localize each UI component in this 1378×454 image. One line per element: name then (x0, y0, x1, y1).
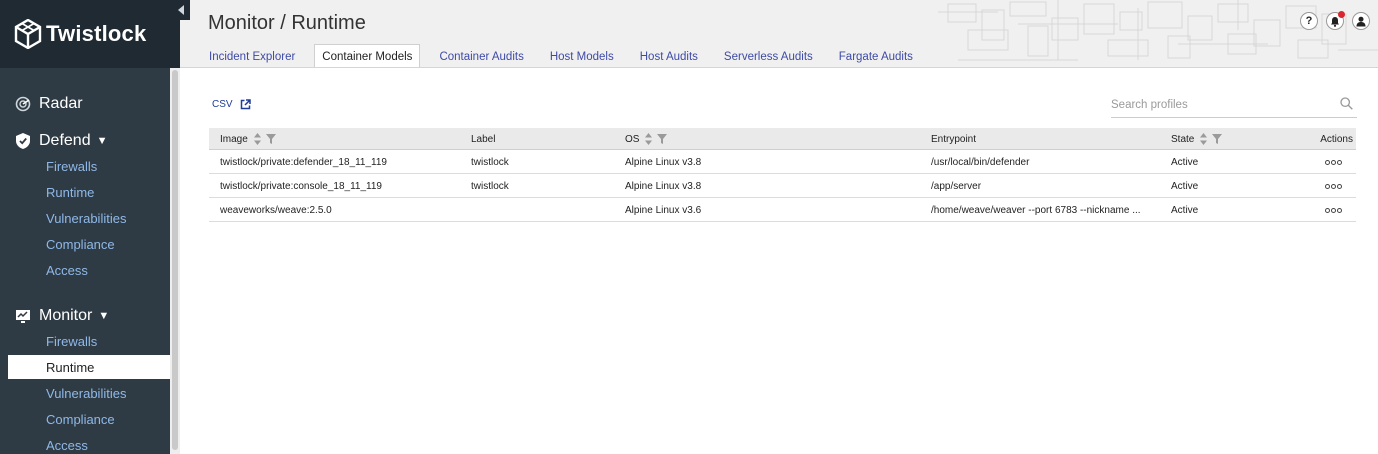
chevron-down-icon: ▼ (98, 310, 110, 322)
sidebar-item-access[interactable]: Access (0, 258, 170, 282)
logo[interactable]: Twistlock (0, 0, 180, 68)
column-title: Image (220, 133, 248, 145)
sidebar-section-label: Radar (39, 95, 83, 112)
row-actions-menu[interactable] (1319, 198, 1349, 222)
cell-label (471, 198, 611, 222)
sidebar-item-vulnerabilities[interactable]: Vulnerabilities (0, 206, 170, 230)
cell-os: Alpine Linux v3.8 (625, 180, 702, 192)
tab-serverless-audits[interactable]: Serverless Audits (717, 44, 820, 67)
cell-label: twistlock (471, 180, 509, 192)
column-header-actions: Actions (1309, 128, 1353, 150)
notifications-icon[interactable] (1326, 11, 1345, 30)
tab-fargate-audits[interactable]: Fargate Audits (832, 44, 920, 67)
sidebar-item-compliance[interactable]: Compliance (0, 407, 170, 431)
tab-bar: Incident Explorer Container Models Conta… (202, 44, 932, 67)
tab-host-models[interactable]: Host Models (543, 44, 621, 67)
sidebar-section-label: Defend (39, 132, 91, 149)
cell-os: Alpine Linux v3.8 (625, 156, 702, 168)
cell-entrypoint: /app/server (931, 180, 982, 192)
app-window: Twistlock Radar Defend ▼ Firewalls Runti… (0, 0, 1378, 454)
filter-icon[interactable] (657, 134, 668, 144)
table-row[interactable]: twistlock/private:defender_18_11_119 twi… (209, 150, 1356, 174)
sidebar-section-label: Monitor (39, 307, 93, 324)
radar-icon (14, 95, 32, 113)
tab-container-models[interactable]: Container Models (314, 44, 421, 67)
filter-icon[interactable] (1212, 134, 1223, 144)
tab-incident-explorer[interactable]: Incident Explorer (202, 44, 302, 67)
shield-icon (14, 132, 32, 150)
cell-label: twistlock (471, 156, 509, 168)
column-header-image[interactable]: Image (220, 128, 460, 150)
more-options-icon (1325, 159, 1343, 165)
sidebar-item-compliance[interactable]: Compliance (0, 232, 170, 256)
scrollbar-thumb[interactable] (172, 70, 178, 450)
column-title: Entrypoint (931, 133, 977, 145)
sidebar-section-defend[interactable]: Defend ▼ (0, 129, 170, 153)
column-header-label: Label (471, 128, 611, 150)
sidebar-item-vulnerabilities[interactable]: Vulnerabilities (0, 381, 170, 405)
sidebar-scrollbar[interactable] (170, 68, 180, 454)
sidebar: Twistlock Radar Defend ▼ Firewalls Runti… (0, 0, 180, 454)
page-header: Monitor / Runtime Incident Explorer Cont… (180, 0, 1378, 68)
column-header-os[interactable]: OS (625, 128, 915, 150)
collapse-sidebar-button[interactable] (172, 0, 190, 20)
cell-state: Active (1171, 180, 1199, 192)
column-title: State (1171, 133, 1195, 145)
header-circuit-pattern (938, 0, 1378, 61)
cell-image: weaveworks/weave:2.5.0 (220, 204, 332, 216)
tab-container-audits[interactable]: Container Audits (432, 44, 530, 67)
sidebar-item-runtime[interactable]: Runtime (0, 180, 170, 204)
monitor-icon (14, 307, 32, 325)
row-actions-menu[interactable] (1319, 150, 1349, 174)
table-header: Image Label OS Entrypoint State Actions (209, 128, 1356, 150)
table-row[interactable]: weaveworks/weave:2.5.0 Alpine Linux v3.6… (209, 198, 1356, 222)
cell-state: Active (1171, 204, 1199, 216)
page-title: Monitor / Runtime (208, 12, 366, 34)
user-icon[interactable] (1352, 12, 1370, 30)
brand-name: Twistlock (46, 21, 147, 46)
tab-host-audits[interactable]: Host Audits (633, 44, 705, 67)
sidebar-section-monitor[interactable]: Monitor ▼ (0, 304, 170, 328)
more-options-icon (1325, 183, 1343, 189)
container-models-table: Image Label OS Entrypoint State Actions … (209, 128, 1356, 222)
column-title: Label (471, 133, 496, 145)
chevron-left-icon (178, 5, 184, 15)
row-actions-menu[interactable] (1319, 174, 1349, 198)
csv-label: CSV (212, 99, 233, 110)
cell-os: Alpine Linux v3.6 (625, 204, 702, 216)
search-input[interactable] (1111, 98, 1331, 111)
sort-icon[interactable] (645, 133, 653, 145)
column-title: OS (625, 133, 640, 145)
sidebar-item-access[interactable]: Access (0, 433, 170, 454)
help-icon[interactable]: ? (1300, 12, 1318, 30)
filter-icon[interactable] (265, 134, 276, 144)
cell-state: Active (1171, 156, 1199, 168)
external-link-icon (240, 99, 251, 110)
sidebar-item-runtime[interactable]: Runtime (8, 355, 170, 379)
column-header-state[interactable]: State (1171, 128, 1291, 150)
column-title: Actions (1320, 133, 1353, 145)
csv-export-link[interactable]: CSV (212, 99, 251, 110)
search-icon[interactable] (1340, 97, 1353, 110)
cell-image: twistlock/private:console_18_11_119 (220, 180, 382, 192)
table-row[interactable]: twistlock/private:console_18_11_119 twis… (209, 174, 1356, 198)
chevron-down-icon: ▼ (96, 135, 108, 147)
notification-badge (1338, 11, 1345, 18)
cell-image: twistlock/private:defender_18_11_119 (220, 156, 387, 168)
search-box (1111, 92, 1357, 118)
header-actions: ? (1292, 11, 1370, 30)
twistlock-logo-icon (14, 19, 42, 49)
sort-icon[interactable] (253, 133, 261, 145)
cell-entrypoint: /usr/local/bin/defender (931, 156, 1030, 168)
sort-icon[interactable] (1200, 133, 1208, 145)
cell-entrypoint: /home/weave/weaver --port 6783 --nicknam… (931, 204, 1141, 216)
column-header-entrypoint: Entrypoint (931, 128, 1146, 150)
sidebar-section-radar[interactable]: Radar (0, 92, 170, 116)
more-options-icon (1325, 207, 1343, 213)
sidebar-item-firewalls[interactable]: Firewalls (0, 329, 170, 353)
main-content: CSV Image Label (180, 68, 1378, 454)
sidebar-item-firewalls[interactable]: Firewalls (0, 154, 170, 178)
